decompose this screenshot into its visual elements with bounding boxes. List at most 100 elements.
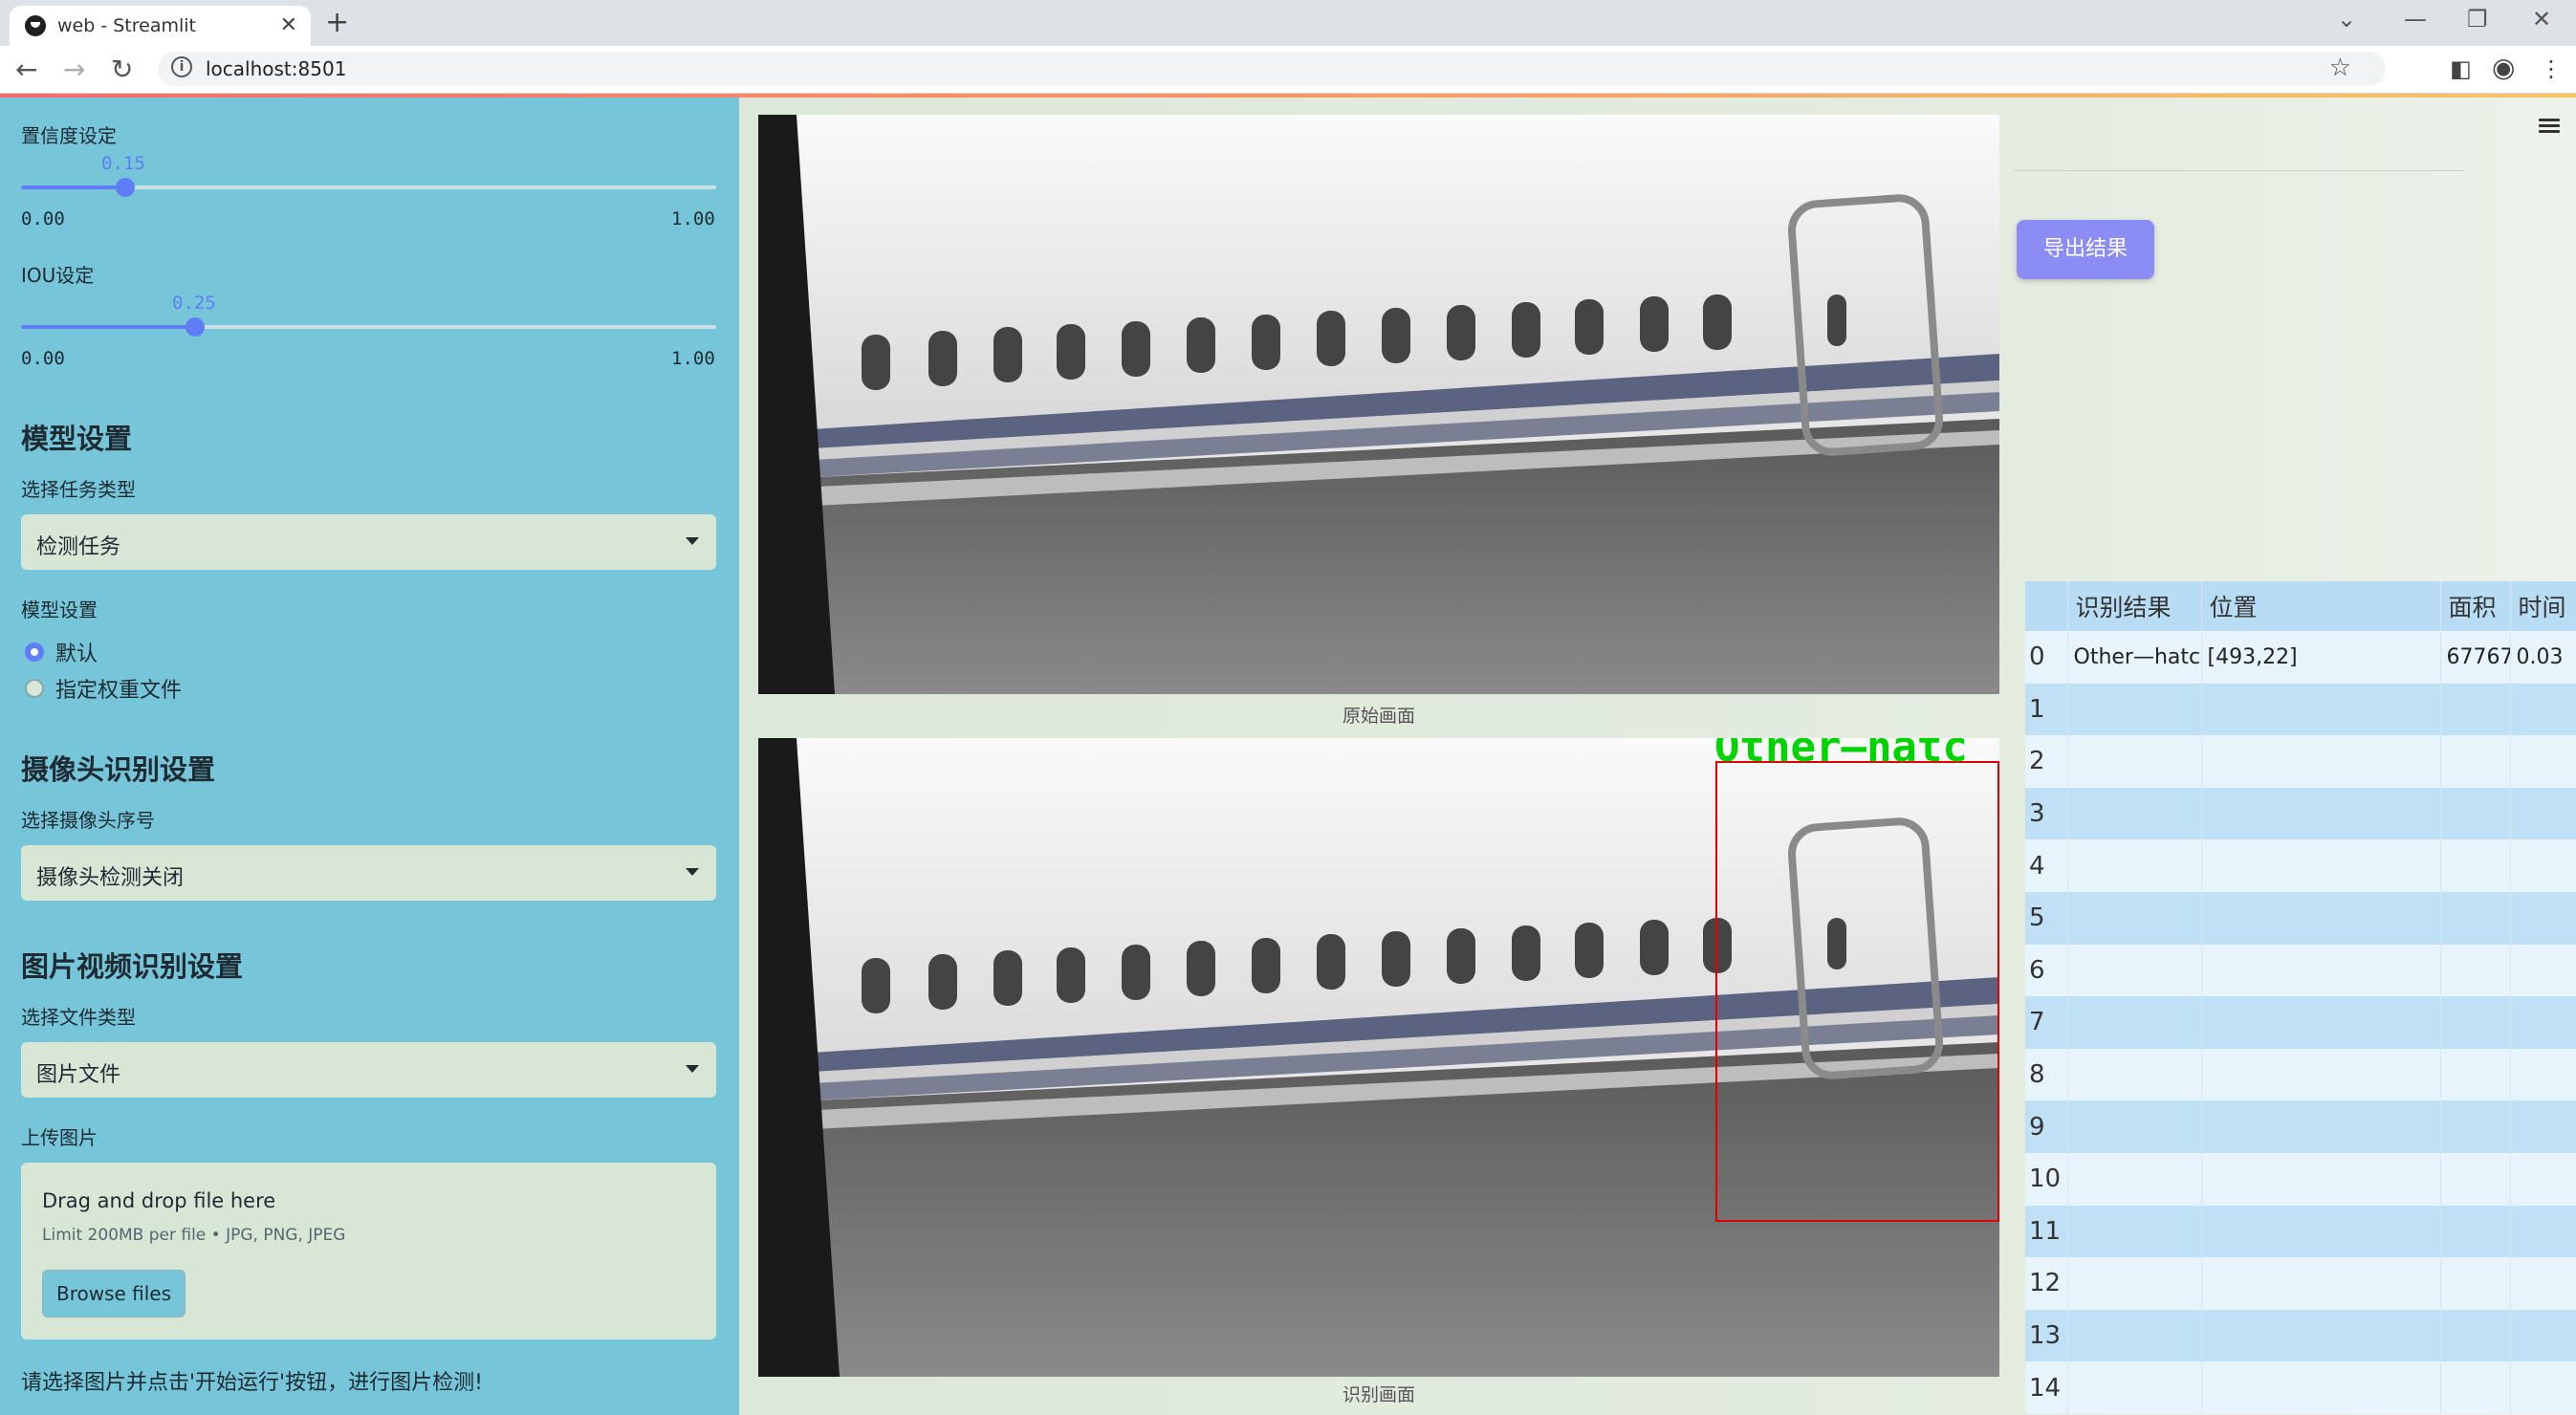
browser-tab[interactable]: web - Streamlit ✕ [10,6,311,46]
profile-avatar-icon[interactable]: ◉ [2492,52,2515,83]
original-caption: 原始画面 [1342,706,1415,727]
new-tab-icon[interactable]: + [325,6,349,39]
upload-label: 上传图片 [21,1126,98,1149]
tab-title: web - Streamlit [57,15,196,36]
detected-image: Other—hatc [758,738,1999,1377]
restore-icon[interactable]: ❐ [2467,6,2488,33]
export-results-button[interactable]: 导出结果 [2017,220,2154,279]
divider [2014,170,2463,171]
dropdown-caret-icon [686,537,699,545]
model-settings-heading: 模型设置 [21,423,133,455]
cell-time [2510,735,2576,788]
row-index: 4 [2025,839,2068,892]
header-time[interactable]: 时间 [2510,581,2576,631]
row-index: 2 [2025,735,2068,788]
cell-position [2201,839,2441,892]
iou-slider-thumb[interactable] [186,317,205,337]
radio-custom-weights[interactable] [25,679,44,698]
table-header-row: 识别结果 位置 面积 时间 [2025,581,2576,631]
side-panel-icon[interactable]: ◧ [2450,55,2472,82]
cell-result [2067,891,2202,945]
cell-area [2440,735,2511,788]
table-row[interactable]: 0Other—hatches[493,22]677670.03 [2025,631,2576,684]
url-field[interactable]: i localhost:8501 ☆ [158,52,2386,86]
table-row[interactable]: 9 [2025,1100,2576,1153]
dropdown-caret-icon [686,868,699,876]
bookmark-star-icon[interactable]: ☆ [2329,54,2351,82]
detected-caption: 识别画面 [1342,1384,1415,1405]
streamlit-favicon-icon [25,15,46,36]
close-tab-icon[interactable]: ✕ [280,13,297,37]
cell-result [2067,683,2202,736]
cell-area: 67767 [2440,631,2511,684]
confidence-min: 0.00 [21,208,65,229]
row-index: 14 [2025,1361,2068,1414]
more-menu-icon[interactable]: ⋮ [2540,55,2563,82]
results-table[interactable]: 识别结果 位置 面积 时间 0Other—hatches[493,22]6776… [2025,581,2576,1414]
file-type-select[interactable]: 图片文件 [21,1042,716,1098]
file-dropzone[interactable]: Drag and drop file here Limit 200MB per … [21,1163,716,1339]
camera-select[interactable]: 摄像头检测关闭 [21,845,716,901]
close-window-icon[interactable]: ✕ [2532,6,2551,33]
back-icon[interactable]: ← [15,54,37,85]
row-index: 11 [2025,1205,2068,1258]
row-index: 6 [2025,944,2068,997]
radio-default[interactable] [25,642,44,662]
cell-position [2201,1361,2441,1414]
cell-area [2440,1100,2511,1153]
confidence-slider[interactable] [21,178,716,197]
header-result[interactable]: 识别结果 [2067,581,2202,631]
cell-time [2510,683,2576,736]
table-row[interactable]: 8 [2025,1048,2576,1101]
cell-area [2440,891,2511,945]
table-row[interactable]: 14 [2025,1361,2576,1414]
site-info-icon[interactable]: i [171,56,192,77]
minimize-icon[interactable]: — [2404,6,2427,33]
task-type-select[interactable]: 检测任务 [21,514,716,570]
table-row[interactable]: 4 [2025,839,2576,892]
chevron-down-icon[interactable]: ⌄ [2337,6,2356,33]
browse-files-button[interactable]: Browse files [42,1270,186,1317]
cell-result [2067,1205,2202,1258]
cell-time [2510,1205,2576,1258]
iou-max: 1.00 [671,348,715,369]
confidence-label: 置信度设定 [21,124,117,147]
iou-slider[interactable] [21,317,716,337]
cell-time [2510,1048,2576,1101]
radio-default-label: 默认 [55,642,98,666]
cell-result [2067,1309,2202,1362]
table-row[interactable]: 13 [2025,1309,2576,1362]
cell-position [2201,1048,2441,1101]
cell-result [2067,1100,2202,1153]
reload-icon[interactable]: ↻ [111,54,133,85]
cell-time [2510,1257,2576,1310]
cell-area [2440,1361,2511,1414]
row-index: 0 [2025,631,2068,684]
dropzone-limit: Limit 200MB per file • JPG, PNG, JPEG [42,1226,346,1245]
cell-position [2201,1205,2441,1258]
row-index: 9 [2025,1100,2068,1153]
header-area[interactable]: 面积 [2440,581,2511,631]
cell-area [2440,1309,2511,1362]
table-row[interactable]: 2 [2025,735,2576,788]
cell-time [2510,1309,2576,1362]
confidence-slider-thumb[interactable] [116,178,135,197]
table-row[interactable]: 1 [2025,683,2576,736]
cell-time [2510,787,2576,840]
url-text: localhost:8501 [206,57,347,80]
main-area: 原始画面 Other—hatc 识别画面 导出结果 识别结果 位置 面积 时间 … [739,98,2576,1415]
table-row[interactable]: 6 [2025,944,2576,997]
table-row[interactable]: 3 [2025,787,2576,840]
original-image [758,115,1999,694]
header-position[interactable]: 位置 [2201,581,2441,631]
table-row[interactable]: 7 [2025,996,2576,1049]
table-row[interactable]: 12 [2025,1257,2576,1310]
cell-area [2440,1152,2511,1206]
table-row[interactable]: 5 [2025,891,2576,945]
table-row[interactable]: 11 [2025,1205,2576,1258]
file-type-value: 图片文件 [36,1063,121,1087]
cell-result [2067,1257,2202,1310]
table-row[interactable]: 10 [2025,1152,2576,1206]
hamburger-menu-icon[interactable] [2539,119,2560,134]
forward-icon[interactable]: → [63,54,85,85]
